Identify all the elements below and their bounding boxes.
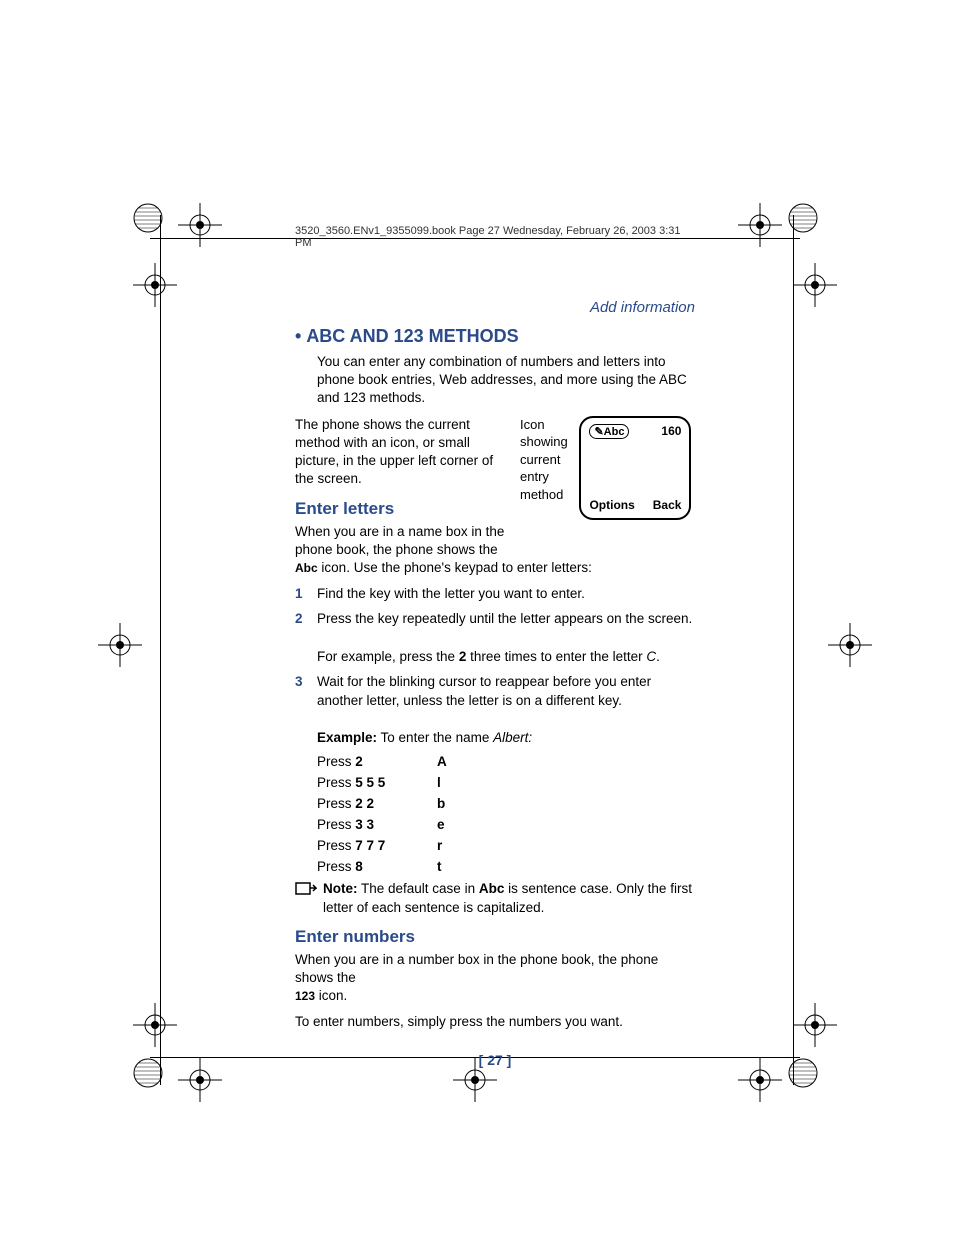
frame-line <box>793 215 794 1085</box>
running-head: Add information <box>295 299 695 316</box>
char-count: 160 <box>661 424 681 438</box>
input-mode-icon: ✎Abc <box>589 424 629 439</box>
step-3: 3Wait for the blinking cursor to reappea… <box>295 673 695 749</box>
crop-mark-icon <box>790 260 850 320</box>
crop-mark-icon <box>175 1055 235 1115</box>
note-icon <box>295 880 315 916</box>
steps-list: 1Find the key with the letter you want t… <box>295 585 695 748</box>
crop-mark-icon <box>825 620 885 680</box>
table-row: Press 8t <box>317 859 695 874</box>
table-row: Press 5 5 5l <box>317 775 695 790</box>
enter-letters-title: Enter letters <box>295 499 508 519</box>
method-paragraph: The phone shows the current method with … <box>295 416 508 489</box>
table-row: Press 2A <box>317 754 695 769</box>
note-block: Note: The default case in Abc is sentenc… <box>295 880 695 916</box>
example-table: Press 2A Press 5 5 5l Press 2 2b Press 3… <box>317 754 695 874</box>
book-header: 3520_3560.ENv1_9355099.book Page 27 Wedn… <box>295 225 695 249</box>
page-number: [ 27 ] <box>295 1052 695 1068</box>
main-heading-text: ABC AND 123 METHODS <box>306 326 518 346</box>
table-row: Press 2 2b <box>317 796 695 811</box>
enter-numbers-body: To enter numbers, simply press the numbe… <box>295 1013 695 1031</box>
screen-figure: Icon showing current entry method ✎Abc 1… <box>520 416 695 520</box>
enter-numbers-title: Enter numbers <box>295 927 695 947</box>
softkey-left: Options <box>589 498 634 512</box>
enter-letters-intro-b: Abc icon. Use the phone's keypad to ente… <box>295 559 695 577</box>
softkey-right: Back <box>653 498 682 512</box>
step-2: 2Press the key repeatedly until the lett… <box>295 610 695 667</box>
crop-mark-icon <box>785 1055 845 1115</box>
crop-mark-icon <box>790 1000 850 1060</box>
frame-line <box>160 215 161 1085</box>
note-text: Note: The default case in Abc is sentenc… <box>323 880 695 916</box>
phone-screen: ✎Abc 160 Options Back <box>579 416 691 520</box>
screen-callout: Icon showing current entry method <box>520 416 575 504</box>
crop-mark-icon <box>785 200 845 260</box>
main-heading: • ABC AND 123 METHODS <box>295 326 695 347</box>
table-row: Press 3 3e <box>317 817 695 832</box>
abc-icon: Abc <box>295 561 318 575</box>
intro-paragraph: You can enter any combination of numbers… <box>317 353 695 408</box>
123-icon: 123 <box>295 989 315 1003</box>
table-row: Press 7 7 7r <box>317 838 695 853</box>
crop-mark-icon <box>175 200 235 260</box>
step-1: 1Find the key with the letter you want t… <box>295 585 695 604</box>
enter-numbers-intro: When you are in a number box in the phon… <box>295 951 695 1006</box>
crop-mark-icon <box>95 620 155 680</box>
enter-letters-intro-a: When you are in a name box in the phone … <box>295 523 508 559</box>
